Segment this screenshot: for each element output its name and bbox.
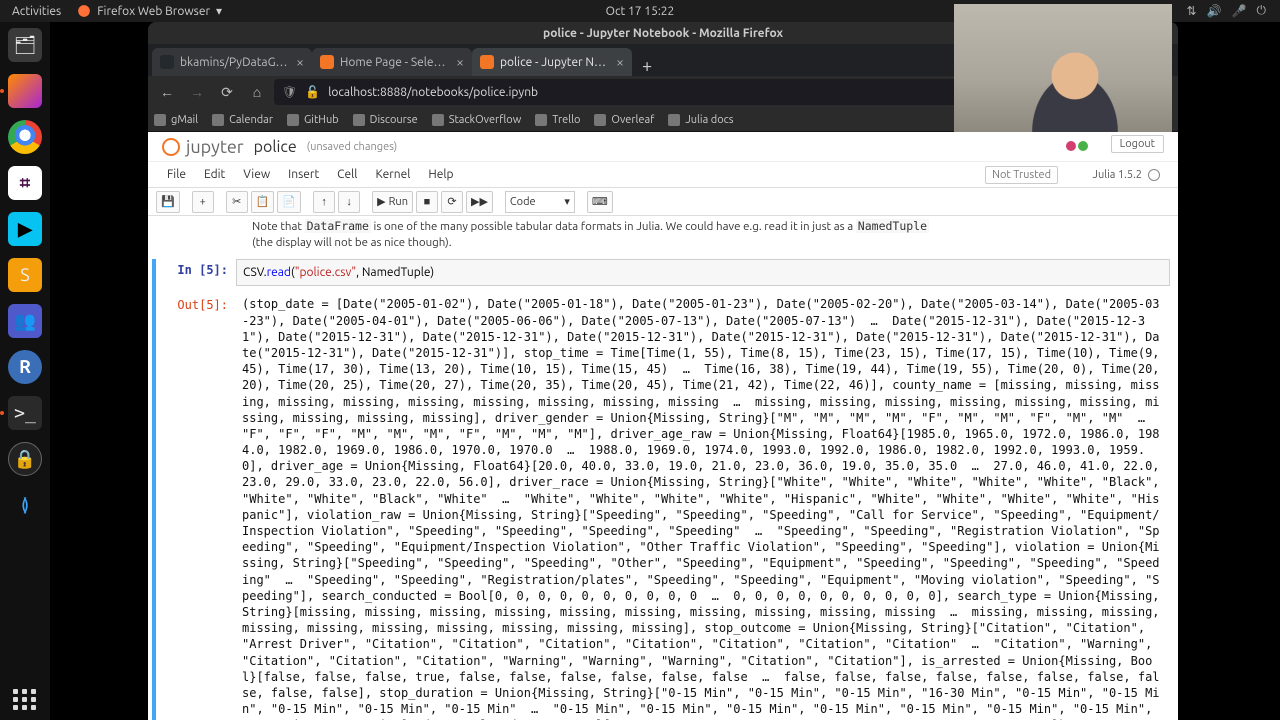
jupyter-page: jupyter police (unsaved changes) Logout … (148, 132, 1178, 720)
close-icon[interactable]: × (456, 54, 464, 70)
cut-button[interactable]: ✂ (226, 191, 248, 213)
out-prompt: Out[5]: (156, 294, 236, 720)
lock-icon[interactable]: 🔓 (305, 85, 320, 99)
network-icon[interactable]: ⇅ (1187, 4, 1197, 18)
kernel-status-icon (1148, 169, 1160, 181)
volume-icon[interactable]: 🔊 (1207, 4, 1222, 18)
bookmark-calendar[interactable]: Calendar (212, 114, 273, 126)
dock-files[interactable]: 🗂 (8, 28, 42, 62)
dock-pycharm[interactable]: ▶ (8, 212, 42, 246)
bookmark-overleaf[interactable]: Overleaf (594, 114, 654, 126)
dock-slack[interactable]: ⌗ (8, 166, 42, 200)
move-up-button[interactable]: ↑ (313, 191, 335, 213)
jupyter-icon (480, 55, 494, 69)
home-button[interactable]: ⌂ (244, 79, 270, 105)
jupyter-menubar: File Edit View Insert Cell Kernel Help N… (148, 162, 1178, 188)
kernel-name[interactable]: Julia 1.5.2 (1093, 169, 1160, 181)
mic-icon[interactable]: 🎤 (1232, 4, 1247, 18)
restart-run-all-button[interactable]: ▶▶ (466, 191, 493, 213)
chevron-down-icon: ▾ (216, 4, 222, 18)
dock-apps-grid[interactable] (13, 689, 37, 710)
webcam-overlay (954, 4, 1172, 132)
interrupt-button[interactable]: ■ (416, 191, 438, 213)
menu-view[interactable]: View (234, 168, 279, 181)
output-text: (stop_date = [Date("2005-01-02"), Date("… (236, 294, 1170, 720)
restart-button[interactable]: ⟳ (441, 191, 463, 213)
tab-police-notebook[interactable]: police - Jupyter Noteboo…× (472, 48, 632, 76)
jupyter-logo[interactable]: jupyter (162, 137, 244, 157)
notebook-body[interactable]: Note that DataFrame is one of the many p… (148, 216, 1178, 720)
bookmark-julia-docs[interactable]: Julia docs (668, 114, 733, 126)
shield-icon[interactable]: 🛡 (282, 85, 297, 99)
jupyter-header: jupyter police (unsaved changes) Logout (148, 132, 1178, 162)
jupyter-orb-icon (162, 138, 180, 156)
clock[interactable]: Oct 17 15:22 (606, 5, 675, 18)
app-name-label: Firefox Web Browser (97, 5, 210, 18)
jupyter-toolbar: 💾 + ✂ 📋 📄 ↑ ↓ ▶ Run ■ ⟳ ▶▶ Code▾ ⌨ (148, 188, 1178, 216)
kernel-indicator-dots (1066, 141, 1088, 151)
move-down-button[interactable]: ↓ (338, 191, 360, 213)
paste-button[interactable]: 📄 (277, 191, 301, 213)
dock-chrome[interactable] (8, 120, 42, 154)
app-menu[interactable]: Firefox Web Browser ▾ (69, 4, 230, 18)
copy-button[interactable]: 📋 (251, 191, 275, 213)
save-status: (unsaved changes) (307, 141, 398, 153)
menu-kernel[interactable]: Kernel (366, 168, 419, 181)
tab-jupyter-home[interactable]: Home Page - Select or c…× (312, 48, 472, 76)
close-icon[interactable]: × (296, 54, 304, 70)
close-icon[interactable]: × (616, 54, 624, 70)
menu-cell[interactable]: Cell (328, 168, 366, 181)
forward-button[interactable]: → (184, 79, 210, 105)
jupyter-icon (320, 55, 334, 69)
back-button[interactable]: ← (154, 79, 180, 105)
github-icon (160, 55, 174, 69)
reload-button[interactable]: ⟳ (214, 79, 240, 105)
power-icon[interactable]: ⏻ (1257, 4, 1267, 18)
dock-terminal[interactable]: >_ (8, 396, 42, 430)
save-button[interactable]: 💾 (156, 191, 180, 213)
cell-5[interactable]: In [5]: CSV.read("police.csv", NamedTupl… (152, 259, 1170, 720)
dock-keepass[interactable]: 🔒 (8, 442, 42, 476)
bookmark-trello[interactable]: Trello (535, 114, 580, 126)
command-palette-button[interactable]: ⌨ (587, 191, 613, 213)
bookmark-discourse[interactable]: Discourse (353, 114, 418, 126)
new-tab-button[interactable]: + (632, 56, 662, 76)
menu-insert[interactable]: Insert (279, 168, 328, 181)
bookmark-gmail[interactable]: gMail (154, 114, 198, 126)
system-tray[interactable]: ⇅ 🔊 🎤 ⏻ (1187, 4, 1276, 18)
bookmark-stackoverflow[interactable]: StackOverflow (432, 114, 522, 126)
dock-vscode[interactable]: ≬ (8, 488, 42, 522)
url-text: localhost:8888/notebooks/police.ipynb (328, 86, 538, 99)
run-button[interactable]: ▶ Run (372, 191, 413, 213)
code-input[interactable]: CSV.read("police.csv", NamedTuple) (236, 259, 1170, 286)
dock-teams[interactable]: 👥 (8, 304, 42, 338)
insert-cell-button[interactable]: + (192, 191, 214, 213)
ubuntu-dock: 🗂 ⌗ ▶ S 👥 R >_ 🔒 ≬ (0, 22, 50, 720)
firefox-icon (77, 4, 91, 18)
notebook-title[interactable]: police (254, 138, 297, 156)
tab-github[interactable]: bkamins/PyDataGlobal2…× (152, 48, 312, 76)
trust-button[interactable]: Not Trusted (985, 166, 1058, 184)
markdown-context: Note that DataFrame is one of the many p… (252, 218, 952, 251)
cell-type-select[interactable]: Code▾ (505, 191, 575, 213)
menu-help[interactable]: Help (419, 168, 462, 181)
dock-firefox[interactable] (8, 74, 42, 108)
activities-button[interactable]: Activities (4, 5, 69, 18)
dock-rstudio[interactable]: R (8, 350, 42, 384)
logout-button[interactable]: Logout (1111, 135, 1164, 153)
bookmark-github[interactable]: GitHub (287, 114, 339, 126)
menu-edit[interactable]: Edit (195, 168, 234, 181)
in-prompt: In [5]: (156, 259, 236, 286)
dock-sublime[interactable]: S (8, 258, 42, 292)
menu-file[interactable]: File (158, 168, 195, 181)
